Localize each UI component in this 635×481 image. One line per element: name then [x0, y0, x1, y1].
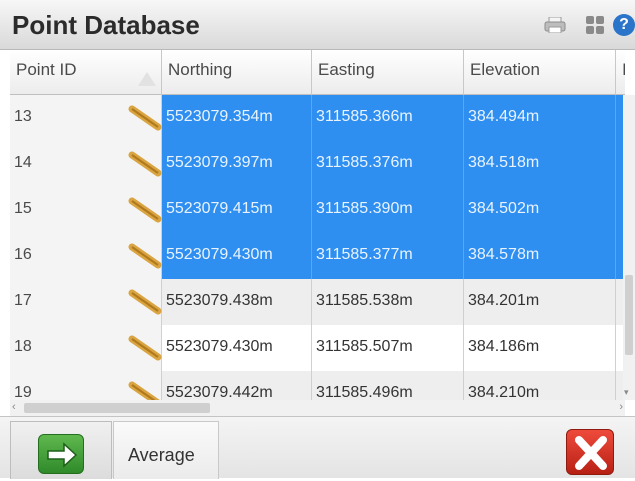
northing-cell: 5523079.430m	[162, 325, 312, 371]
easting-cell: 311585.377m	[312, 233, 464, 279]
arrow-right-icon	[38, 434, 84, 474]
close-icon	[566, 429, 614, 475]
table-header: Point ID Northing Easting Elevation I	[10, 50, 625, 95]
point-id: 13	[14, 108, 32, 125]
table-row[interactable]: 13 5523079.354m 311585.366m 384.494m	[10, 95, 625, 141]
northing-cell: 5523079.397m	[162, 141, 312, 187]
column-header-northing[interactable]: Northing	[162, 50, 312, 95]
column-header-easting[interactable]: Easting	[312, 50, 464, 95]
table-row[interactable]: 16 5523079.430m 311585.377m 384.578m	[10, 233, 625, 279]
point-id: 17	[14, 292, 32, 309]
print-icon[interactable]	[544, 17, 566, 33]
easting-cell: 311585.376m	[312, 141, 464, 187]
easting-cell: 311585.366m	[312, 95, 464, 141]
northing-cell: 5523079.354m	[162, 95, 312, 141]
point-id: 15	[14, 200, 32, 217]
point-id-cell: 14	[10, 141, 162, 187]
easting-cell: 311585.507m	[312, 325, 464, 371]
vertical-scrollbar[interactable]: ▾	[623, 95, 635, 400]
footer-bar: Average	[0, 416, 635, 479]
point-id: 19	[14, 384, 32, 401]
pencil-icon[interactable]	[128, 105, 162, 131]
page-title: Point Database	[12, 10, 200, 40]
scroll-down-icon[interactable]: ▾	[624, 387, 629, 398]
average-button[interactable]: Average	[113, 421, 219, 479]
elevation-cell: 384.201m	[464, 279, 616, 325]
point-id-cell: 17	[10, 279, 162, 325]
northing-cell: 5523079.430m	[162, 233, 312, 279]
pencil-icon[interactable]	[128, 151, 162, 177]
sort-ascending-icon	[138, 72, 156, 86]
elevation-cell: 384.494m	[464, 95, 616, 141]
easting-cell: 311585.538m	[312, 279, 464, 325]
point-id-cell: 18	[10, 325, 162, 371]
pencil-icon[interactable]	[128, 335, 162, 361]
title-bar: Point Database ?	[0, 0, 635, 50]
easting-cell: 311585.390m	[312, 187, 464, 233]
elevation-cell: 384.578m	[464, 233, 616, 279]
cancel-button[interactable]	[560, 425, 620, 479]
table-row[interactable]: 18 5523079.430m 311585.507m 384.186m	[10, 325, 625, 371]
elevation-cell: 384.518m	[464, 141, 616, 187]
point-id: 16	[14, 246, 32, 263]
point-id-cell: 16	[10, 233, 162, 279]
elevation-cell: 384.502m	[464, 187, 616, 233]
point-id-cell: 15	[10, 187, 162, 233]
point-id: 18	[14, 338, 32, 355]
settings-icon[interactable]	[585, 15, 605, 35]
pencil-icon[interactable]	[128, 197, 162, 223]
pencil-icon[interactable]	[128, 243, 162, 269]
help-icon[interactable]: ?	[613, 14, 635, 36]
column-header-extra[interactable]: I	[616, 50, 625, 95]
table-row[interactable]: 17 5523079.438m 311585.538m 384.201m	[10, 279, 625, 325]
point-table: Point ID Northing Easting Elevation I 13…	[10, 50, 625, 410]
northing-cell: 5523079.438m	[162, 279, 312, 325]
point-id-cell: 13	[10, 95, 162, 141]
table-row[interactable]: 15 5523079.415m 311585.390m 384.502m	[10, 187, 625, 233]
scroll-left-icon[interactable]: ‹	[12, 401, 16, 413]
ok-button[interactable]	[10, 421, 112, 479]
horizontal-scroll-thumb[interactable]	[24, 403, 210, 413]
point-id: 14	[14, 154, 32, 171]
northing-cell: 5523079.415m	[162, 187, 312, 233]
pencil-icon[interactable]	[128, 289, 162, 315]
column-header-elevation[interactable]: Elevation	[464, 50, 616, 95]
horizontal-scrollbar[interactable]: ‹ ›	[10, 400, 625, 416]
vertical-scroll-thumb[interactable]	[625, 275, 633, 355]
elevation-cell: 384.186m	[464, 325, 616, 371]
table-row[interactable]: 14 5523079.397m 311585.376m 384.518m	[10, 141, 625, 187]
scroll-right-icon[interactable]: ›	[619, 401, 623, 413]
